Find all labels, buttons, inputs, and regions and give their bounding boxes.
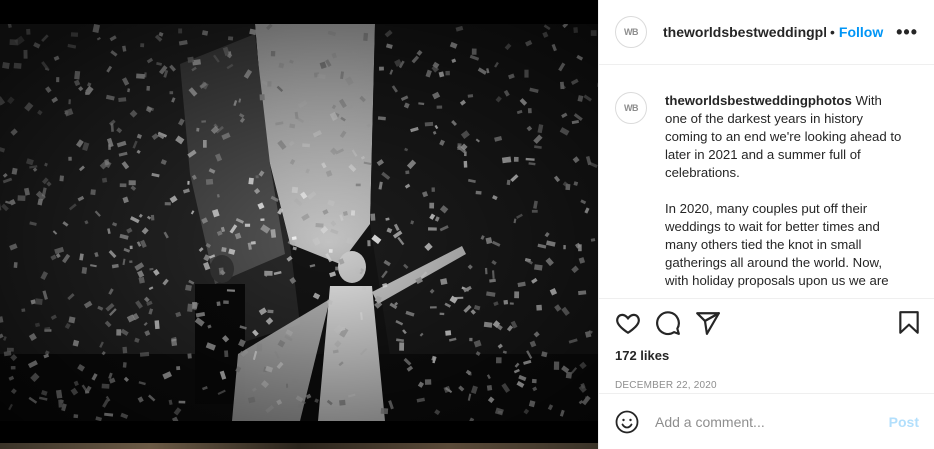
follow-button[interactable]: Follow bbox=[839, 24, 883, 40]
comment-input[interactable] bbox=[655, 413, 875, 430]
comment-bar: Post bbox=[599, 393, 934, 449]
post-media bbox=[0, 0, 598, 449]
post-panel: WB theworldsbestweddingph • Follow ••• W… bbox=[598, 0, 934, 449]
caption-text: theworldsbestweddingphotos With one of t… bbox=[665, 92, 907, 298]
image-bottom-strip bbox=[0, 443, 598, 449]
likes-count[interactable]: 172 likes bbox=[599, 346, 934, 366]
header-username[interactable]: theworldsbestweddingph bbox=[663, 24, 826, 40]
post-comment-button[interactable]: Post bbox=[889, 414, 919, 430]
bookmark-icon[interactable] bbox=[896, 310, 922, 336]
more-options-icon[interactable]: ••• bbox=[896, 22, 918, 43]
avatar[interactable]: WB bbox=[615, 16, 647, 48]
smiley-icon[interactable] bbox=[615, 410, 639, 434]
header-separator: • bbox=[830, 24, 835, 40]
caption-paragraph-2: In 2020, many couples put off their wedd… bbox=[665, 201, 889, 288]
paper-plane-icon[interactable] bbox=[695, 310, 721, 336]
post-header: WB theworldsbestweddingph • Follow ••• bbox=[599, 0, 934, 65]
caption-username[interactable]: theworldsbestweddingphotos bbox=[665, 93, 852, 108]
caption-avatar[interactable]: WB bbox=[615, 92, 647, 124]
wedding-confetti-photo bbox=[0, 24, 598, 421]
comment-icon[interactable] bbox=[655, 310, 681, 336]
caption-paragraph-1: theworldsbestweddingphotos With one of t… bbox=[665, 92, 907, 182]
heart-icon[interactable] bbox=[615, 310, 641, 336]
caption-area[interactable]: WB theworldsbestweddingphotos With one o… bbox=[599, 65, 934, 298]
post-photo[interactable] bbox=[0, 24, 598, 421]
action-bar bbox=[599, 298, 934, 346]
